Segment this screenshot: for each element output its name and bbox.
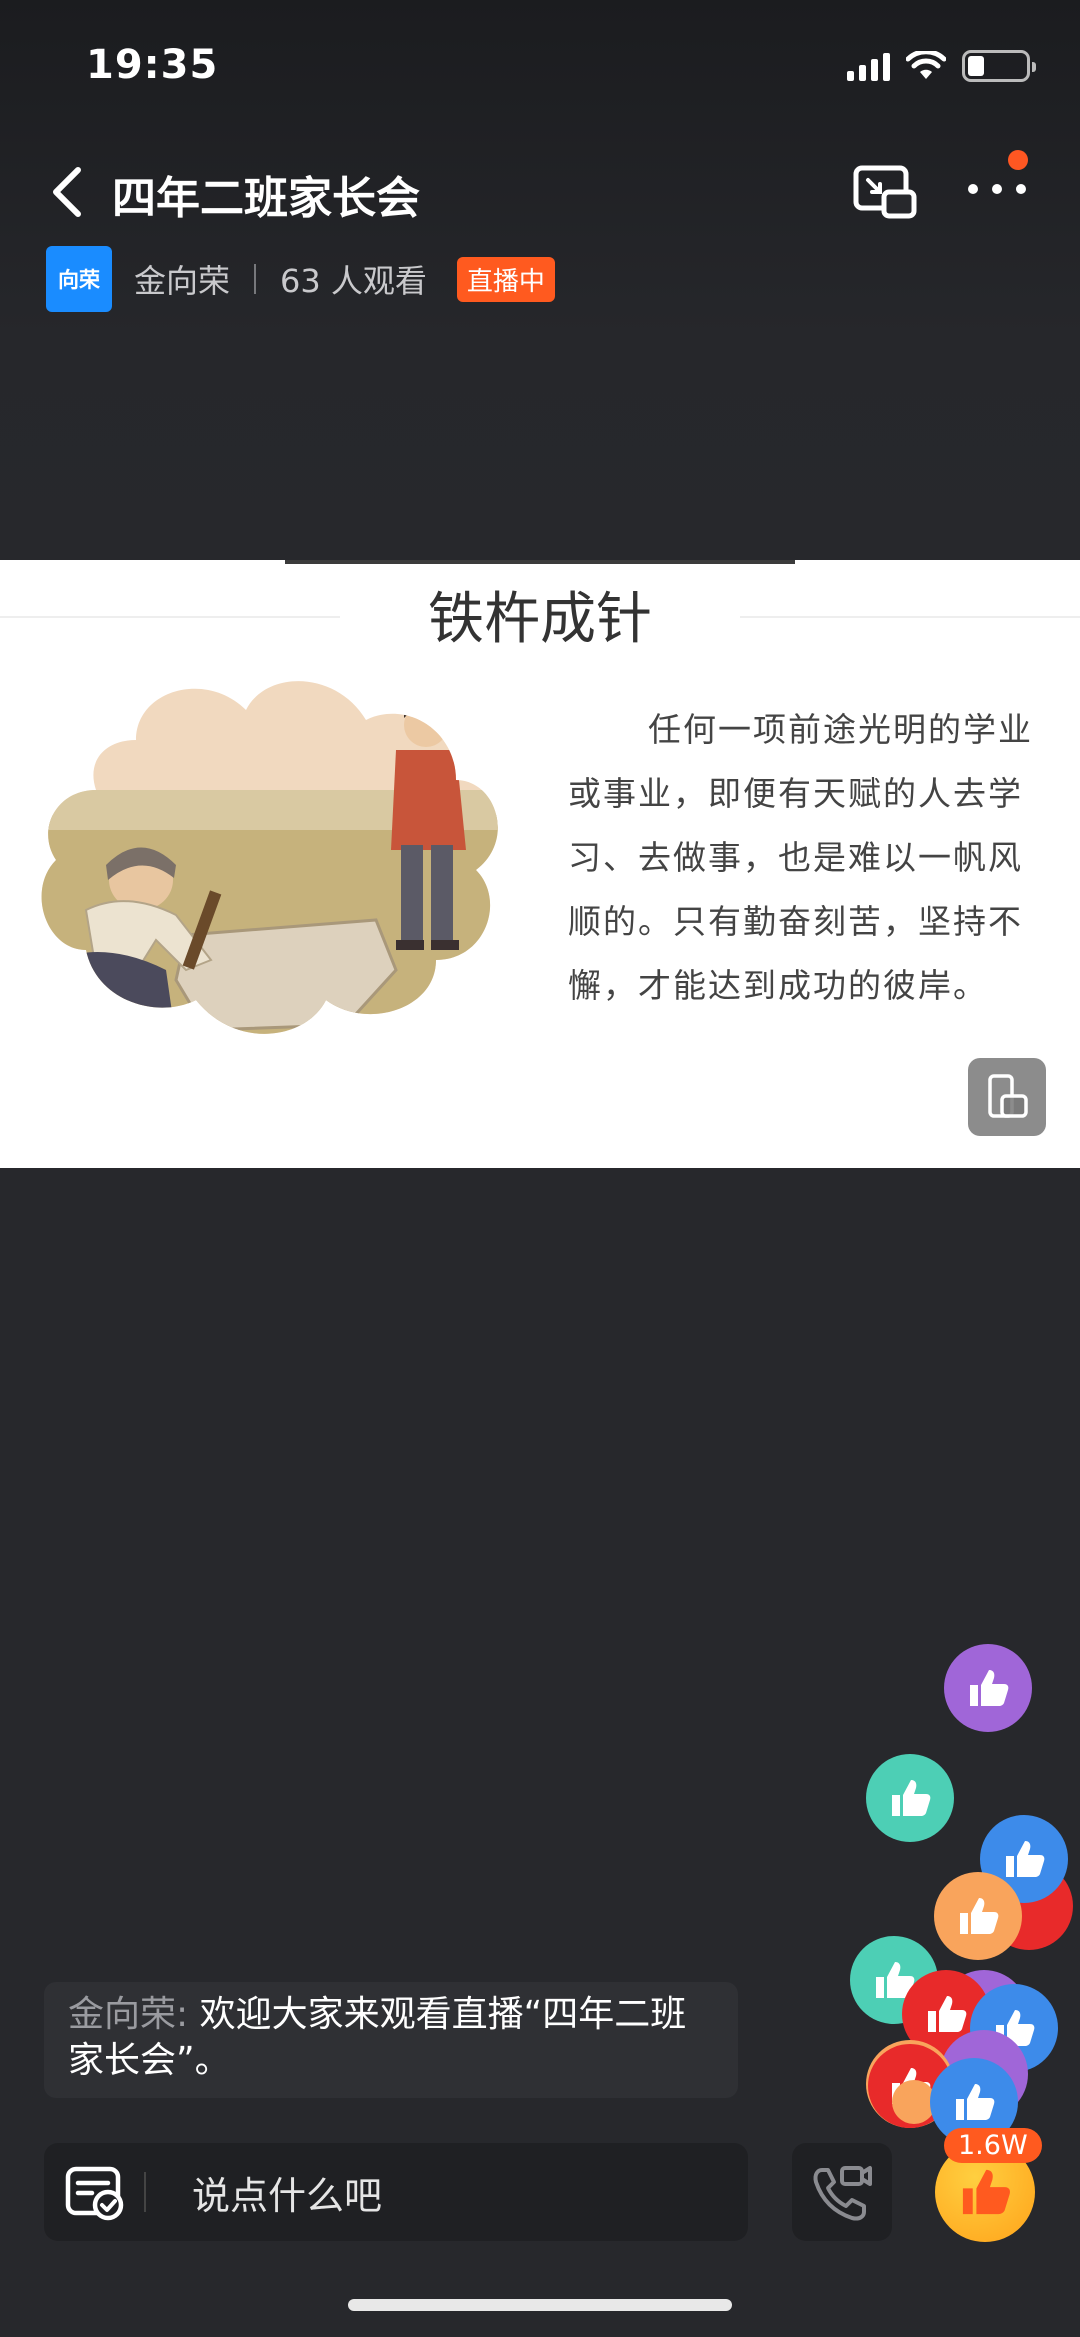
chat-username: 金向荣:: [68, 1994, 189, 2035]
more-menu-button[interactable]: [962, 150, 1032, 220]
like-count-badge: 1.6W: [944, 2128, 1042, 2163]
presentation-slide[interactable]: 铁杵成针 任何一项前途光明的学业或事业，即便有天赋的人去学习、去做事，也是难以一…: [0, 560, 1080, 1168]
notification-dot: [1008, 150, 1028, 170]
video-call-button[interactable]: [792, 2143, 892, 2241]
status-time: 19:35: [86, 42, 219, 88]
avatar[interactable]: 向荣: [46, 246, 112, 312]
like-bubble-icon: [934, 1872, 1022, 1960]
rotate-screen-button[interactable]: [968, 1058, 1046, 1136]
comment-input-bar[interactable]: 说点什么吧: [44, 2143, 748, 2241]
like-bubble-icon: [944, 1644, 1032, 1732]
home-indicator[interactable]: [348, 2299, 732, 2311]
slide-top-bar: [285, 560, 795, 564]
story-illustration: [41, 681, 498, 1034]
screen-cast-icon[interactable]: [852, 162, 918, 222]
page-title: 四年二班家长会: [112, 173, 420, 224]
more-dots-icon: [968, 184, 1026, 194]
status-bar: 19:35: [0, 0, 1080, 130]
battery-icon: [962, 50, 1036, 82]
wifi-icon: [906, 51, 946, 79]
like-bubble-icon: [866, 1754, 954, 1842]
live-status-badge: 直播中: [456, 256, 555, 302]
back-chevron-icon[interactable]: [44, 162, 94, 222]
cellular-signal-icon: [847, 51, 890, 81]
viewer-count: 63 人观看: [280, 262, 427, 300]
anchor-info: 向荣 金向荣 63 人观看 直播中: [46, 246, 555, 312]
slide-paragraph: 任何一项前途光明的学业或事业，即便有天赋的人去学习、去做事，也是难以一帆风顺的。…: [568, 710, 1033, 1005]
comment-input-placeholder[interactable]: 说点什么吧: [192, 2165, 382, 2220]
video-call-icon: [813, 2166, 872, 2221]
notice-check-icon[interactable]: [62, 2159, 128, 2225]
rotate-screen-icon: [988, 1074, 1028, 1118]
status-icons: [847, 50, 1036, 82]
divider: [254, 264, 257, 294]
input-divider: [144, 2172, 146, 2212]
anchor-name: 金向荣: [134, 262, 231, 300]
chat-message: 金向荣: 欢迎大家来观看直播“四年二班家长会”。: [44, 1982, 738, 2098]
thumbs-up-icon: [962, 2169, 1010, 2215]
